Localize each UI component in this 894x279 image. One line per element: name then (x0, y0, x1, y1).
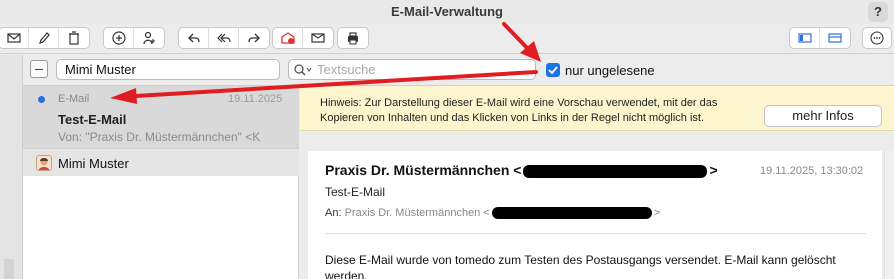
window-title: E-Mail-Verwaltung (391, 4, 503, 19)
reply-all-button[interactable] (209, 28, 239, 48)
print-icon (348, 32, 358, 45)
filter-bar: Mimi Muster Textsuche nur ungelesene (23, 55, 894, 86)
title-bar: E-Mail-Verwaltung ? (0, 0, 894, 24)
mail-divider (325, 233, 866, 234)
list-item-date: 19.11.2025 (228, 93, 283, 105)
mail-view: Praxis Dr. Müstermännchen < > 19.11.2025,… (308, 151, 882, 279)
layout-left-button[interactable] (790, 28, 820, 48)
more-info-button[interactable]: mehr Infos (764, 105, 882, 127)
checkmark-icon (548, 66, 558, 75)
toolbar-group-print (337, 27, 369, 49)
toolbar-group-add (103, 27, 165, 49)
list-item-sender: Von: "Praxis Dr. Müstermännchen" <K (58, 130, 261, 144)
mail-from: Praxis Dr. Müstermännchen < > (325, 162, 718, 178)
toolbar (0, 24, 894, 54)
mail-from-close: > (709, 162, 718, 178)
assign-person-icon (143, 31, 155, 45)
redaction-bar (491, 207, 652, 220)
mark-unread-button[interactable] (273, 28, 303, 48)
mail-to-name: Praxis Dr. Müstermännchen < (344, 207, 490, 219)
layout-split-icon (828, 33, 842, 43)
more-button[interactable] (863, 28, 891, 48)
reply-all-icon (216, 33, 231, 43)
mail-to-label: An: (325, 207, 342, 219)
help-button[interactable]: ? (868, 2, 888, 22)
hint-banner: Hinweis: Zur Darstellung dieser E-Mail w… (300, 86, 894, 131)
mail-to: An: Praxis Dr. Müstermännchen < > (325, 207, 661, 220)
contact-name: Mimi Muster (58, 156, 129, 171)
layout-split-button[interactable] (820, 28, 850, 48)
redaction-bar (523, 164, 708, 178)
toolbar-group-mail (0, 27, 90, 49)
preview-scrollbar[interactable] (884, 151, 894, 279)
toolbar-group-layout (789, 27, 851, 49)
message-list: E-Mail 19.11.2025 Test-E-Mail Von: "Prax… (23, 86, 299, 279)
list-item-selected[interactable]: E-Mail 19.11.2025 Test-E-Mail Von: "Prax… (23, 86, 299, 148)
reply-icon (187, 33, 200, 43)
delete-icon (69, 31, 79, 45)
contact-row[interactable]: Mimi Muster (23, 148, 299, 176)
toolbar-group-read-state (272, 27, 334, 49)
mail-date: 19.11.2025, 13:30:02 (760, 165, 864, 177)
mark-unread-icon (280, 32, 295, 44)
search-icon (294, 64, 312, 76)
search-placeholder: Textsuche (317, 62, 376, 77)
only-unread-checkbox[interactable] (546, 63, 560, 77)
hint-text: Hinweis: Zur Darstellung dieser E-Mail w… (320, 97, 718, 124)
edit-icon (38, 32, 50, 44)
print-button[interactable] (338, 28, 368, 48)
add-button[interactable] (104, 28, 134, 48)
list-item-subject: Test-E-Mail (58, 112, 127, 127)
toolbar-group-more (862, 27, 892, 49)
reply-button[interactable] (179, 28, 209, 48)
mail-subject: Test-E-Mail (325, 185, 386, 199)
forward-icon (248, 33, 260, 43)
mail-to-close: > (653, 207, 661, 219)
compose-button[interactable] (0, 28, 29, 48)
avatar-icon (36, 155, 52, 171)
compose-icon (6, 33, 21, 43)
mark-read-icon (311, 33, 325, 43)
search-input[interactable]: Textsuche (288, 59, 536, 80)
list-item-type: E-Mail (58, 93, 90, 105)
forward-button[interactable] (239, 28, 269, 48)
delete-button[interactable] (59, 28, 89, 48)
add-icon (111, 31, 126, 45)
left-sidebar-strip (0, 55, 23, 279)
edit-button[interactable] (29, 28, 59, 48)
collapse-button[interactable] (30, 60, 48, 78)
unread-dot-icon (38, 96, 45, 103)
only-unread-label[interactable]: nur ungelesene (565, 63, 655, 78)
mark-read-button[interactable] (303, 28, 333, 48)
app-window: E-Mail-Verwaltung ? Mimi Muster Textsuch… (0, 0, 894, 279)
assign-person-button[interactable] (134, 28, 164, 48)
layout-left-icon (797, 33, 812, 43)
mail-from-name: Praxis Dr. Müstermännchen < (325, 162, 522, 178)
mail-body: Diese E-Mail wurde von tomedo zum Testen… (325, 253, 836, 279)
sidebar-resize-handle[interactable] (4, 259, 14, 279)
more-icon (870, 31, 884, 45)
contact-filter-field[interactable]: Mimi Muster (56, 59, 280, 80)
toolbar-group-reply (178, 27, 270, 49)
preview-pane: Hinweis: Zur Darstellung dieser E-Mail w… (300, 86, 894, 279)
